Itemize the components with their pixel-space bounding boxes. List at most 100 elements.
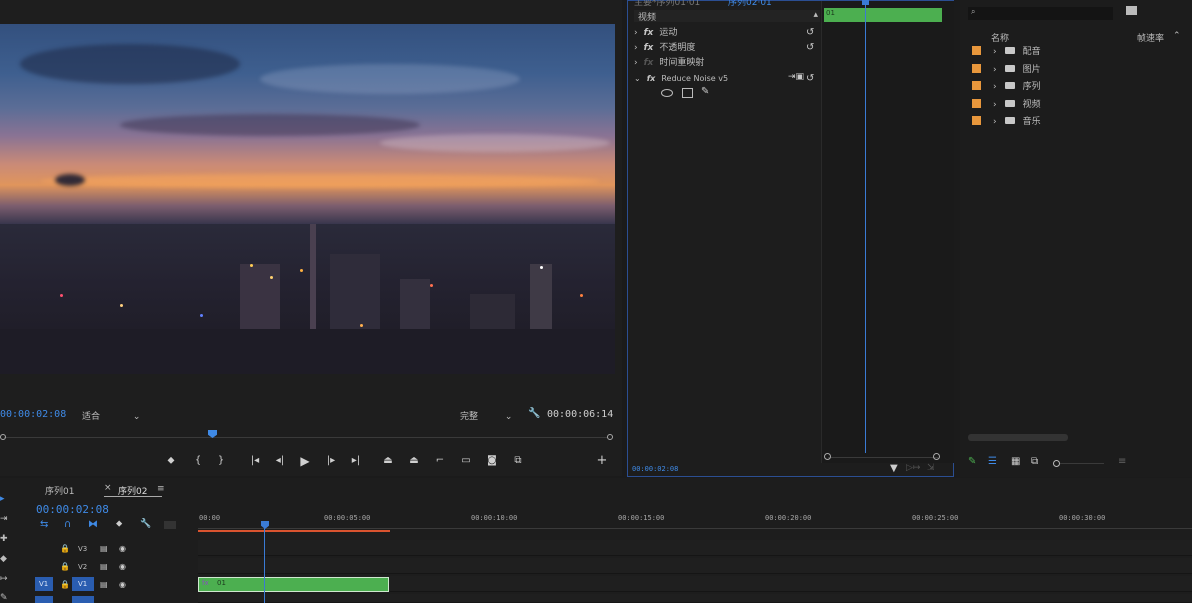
go-to-in-button[interactable]: |◂: [248, 454, 262, 468]
bin-item[interactable]: › 配音: [972, 44, 1041, 60]
chevron-right-icon[interactable]: ›: [634, 43, 638, 53]
label-color-swatch[interactable]: [972, 64, 981, 73]
source-patch-a1[interactable]: [35, 596, 53, 603]
track-v2[interactable]: [198, 558, 1192, 574]
effect-timeline-clip[interactable]: 01: [824, 8, 942, 22]
effect-timeline[interactable]: 01: [821, 0, 954, 463]
fx-icon[interactable]: fx: [647, 74, 656, 83]
scrub-end-handle[interactable]: [607, 434, 613, 440]
step-back-button[interactable]: ◂|: [273, 454, 287, 468]
track-name[interactable]: V3: [78, 545, 87, 553]
reset-icon[interactable]: ↺: [806, 74, 816, 84]
track-target-v1[interactable]: V1: [72, 577, 94, 591]
razor-tool-icon[interactable]: ◆: [0, 554, 10, 566]
effect-opacity[interactable]: › fx 不透明度: [634, 41, 695, 55]
effect-motion[interactable]: › fx 运动: [634, 26, 677, 40]
effect-zoom-start[interactable]: [824, 453, 831, 460]
search-input[interactable]: ⌕: [968, 7, 1113, 20]
eye-icon[interactable]: ◉: [119, 544, 126, 553]
label-color-swatch[interactable]: [972, 99, 981, 108]
sort-icon[interactable]: ≡: [1118, 456, 1126, 467]
ellipse-mask-icon[interactable]: [661, 89, 673, 97]
effect-playhead[interactable]: [865, 1, 866, 453]
nest-icon[interactable]: ⇆: [40, 519, 48, 530]
close-icon[interactable]: ×: [104, 483, 112, 493]
column-name-header[interactable]: 名称: [991, 31, 1009, 44]
quality-dropdown[interactable]: 完整 ⌄: [460, 409, 512, 422]
sync-lock-icon[interactable]: ▤: [100, 562, 108, 571]
step-forward-button[interactable]: |▸: [324, 454, 338, 468]
fx-icon[interactable]: fx: [644, 43, 654, 53]
chevron-down-icon[interactable]: ⌄: [634, 74, 641, 83]
track-v3[interactable]: [198, 540, 1192, 556]
track-target-a1[interactable]: [72, 596, 94, 603]
source-patch-v1[interactable]: V1: [35, 577, 53, 591]
fit-dropdown[interactable]: 适合 ⌄: [82, 409, 140, 422]
lock-icon[interactable]: 🔒: [60, 580, 70, 589]
video-preview[interactable]: [0, 24, 615, 374]
effects-header-sequence[interactable]: 序列02·01: [728, 0, 772, 8]
reset-icon[interactable]: ↺: [806, 28, 816, 38]
track-name[interactable]: V2: [78, 563, 87, 571]
pencil-icon[interactable]: ✎: [968, 456, 976, 467]
effects-timecode[interactable]: 00:00:02:08: [632, 465, 678, 473]
chevron-up-icon[interactable]: ▴: [813, 10, 818, 20]
chevron-up-icon[interactable]: ⌃: [1173, 31, 1181, 41]
mark-in-button[interactable]: {: [191, 454, 205, 468]
timeline-clip[interactable]: fx 01: [198, 577, 389, 592]
chevron-right-icon[interactable]: ›: [993, 82, 997, 92]
panel-menu-icon[interactable]: ≡: [157, 484, 165, 494]
sync-lock-icon[interactable]: ▤: [100, 544, 108, 553]
track-a1[interactable]: [198, 594, 1192, 603]
new-bin-icon[interactable]: [1126, 6, 1137, 15]
timeline-timecode[interactable]: 00:00:02:08: [36, 503, 109, 516]
bin-item[interactable]: › 音乐: [972, 114, 1041, 130]
camera-icon[interactable]: ◙: [485, 454, 499, 468]
column-fps-header[interactable]: 帧速率: [1137, 31, 1164, 44]
pen-tool-icon[interactable]: ✎: [0, 593, 10, 603]
effect-zoom-end[interactable]: [933, 453, 940, 460]
snap-icon[interactable]: ∩: [64, 519, 71, 530]
rectangle-mask-icon[interactable]: [682, 88, 693, 98]
add-marker-button[interactable]: ⬥: [164, 454, 178, 468]
captions-icon[interactable]: [164, 521, 176, 529]
label-color-swatch[interactable]: [972, 46, 981, 55]
marker-icon[interactable]: ⬥: [116, 519, 122, 529]
fx-icon[interactable]: fx: [644, 28, 654, 38]
multicam-button[interactable]: ⧉: [511, 454, 525, 468]
eye-icon[interactable]: ◉: [119, 562, 126, 571]
timeline-playhead[interactable]: [264, 528, 265, 603]
tab-sequence-01[interactable]: 序列01: [45, 484, 74, 497]
lift-button[interactable]: ⏏: [381, 454, 395, 468]
horizontal-scrollbar[interactable]: [968, 434, 1068, 441]
track-select-tool-icon[interactable]: ⇥: [0, 514, 10, 526]
chevron-right-icon[interactable]: ›: [993, 100, 997, 110]
effect-time-remap[interactable]: › fx 时间重映射: [634, 56, 704, 70]
trim-button[interactable]: ⌐: [433, 454, 447, 468]
reset-icon[interactable]: ↺: [806, 43, 816, 53]
chevron-right-icon[interactable]: ›: [993, 117, 997, 127]
scrub-start-handle[interactable]: [0, 434, 6, 440]
effect-settings-icon[interactable]: ⇥▣: [788, 72, 804, 82]
ripple-edit-tool-icon[interactable]: ✚: [0, 534, 10, 546]
chevron-right-icon[interactable]: ›: [993, 47, 997, 57]
pen-mask-icon[interactable]: ✎: [701, 86, 709, 97]
lock-icon[interactable]: 🔒: [60, 544, 70, 553]
chevron-right-icon[interactable]: ›: [634, 58, 638, 68]
bin-item[interactable]: › 序列: [972, 79, 1041, 95]
effect-reduce-noise[interactable]: ⌄ fx Reduce Noise v5: [634, 72, 728, 86]
program-scrub-bar[interactable]: [0, 430, 613, 441]
extract-button[interactable]: ⏏: [407, 454, 421, 468]
sync-lock-icon[interactable]: ▤: [100, 580, 108, 589]
time-ruler[interactable]: [198, 528, 1192, 529]
slip-tool-icon[interactable]: ↦: [0, 574, 10, 586]
go-to-out-button[interactable]: ▸|: [349, 454, 363, 468]
bin-item[interactable]: › 视频: [972, 97, 1041, 113]
wrench-icon[interactable]: 🔧: [140, 519, 151, 529]
mark-out-button[interactable]: }: [214, 454, 228, 468]
linked-selection-icon[interactable]: ⧓: [88, 519, 98, 530]
play-button[interactable]: ▶: [298, 454, 312, 468]
bin-item[interactable]: › 图片: [972, 62, 1041, 78]
freeform-view-icon[interactable]: ⧉: [1031, 456, 1038, 467]
program-timecode[interactable]: 00:00:02:08: [0, 409, 66, 420]
